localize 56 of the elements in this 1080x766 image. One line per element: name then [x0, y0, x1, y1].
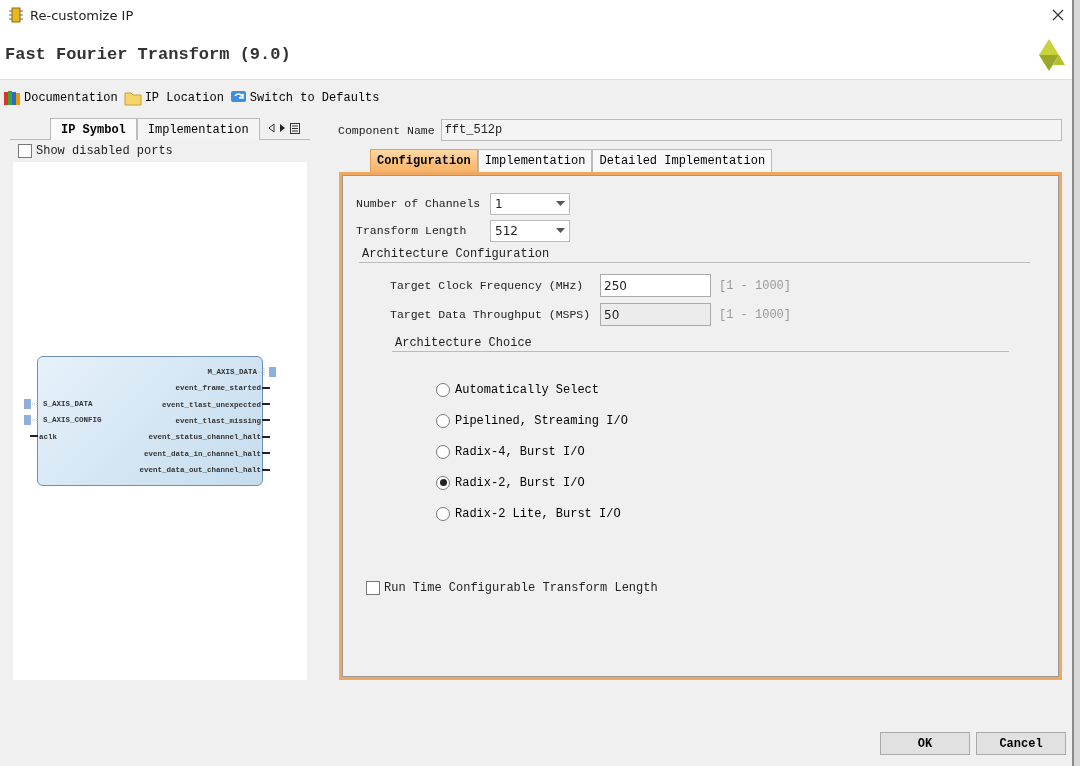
dropdown-caret-icon — [556, 201, 565, 206]
radio-button[interactable] — [436, 506, 450, 521]
ip-title: Fast Fourier Transform (9.0) — [5, 45, 291, 64]
radio-button[interactable] — [436, 382, 450, 397]
port-line-icon — [262, 435, 270, 439]
radio-option[interactable]: Radix-4, Burst I/O — [436, 436, 1009, 467]
dropdown-caret-icon — [556, 228, 565, 233]
toolbar-button[interactable]: Switch to Defaults — [229, 90, 380, 106]
bus-port-icon — [258, 366, 276, 377]
checkbox-label: Run Time Configurable Transform Length — [384, 581, 658, 595]
dialog-button[interactable]: OK — [880, 732, 970, 755]
panel-tab[interactable]: IP Symbol — [50, 118, 137, 140]
left-arrow-icon[interactable] — [267, 123, 275, 133]
dropdown[interactable]: 1 — [490, 192, 570, 215]
port-line-icon — [262, 403, 270, 407]
config-tab[interactable]: Implementation — [477, 149, 593, 172]
range-hint: [1 - 1000] — [719, 307, 791, 322]
close-icon[interactable] — [1052, 9, 1064, 21]
checkbox[interactable] — [18, 144, 32, 158]
radio-button[interactable] — [436, 444, 450, 459]
text-field[interactable]: 250 — [600, 274, 711, 297]
toolbar-button[interactable]: IP Location — [123, 90, 224, 106]
radio-option[interactable]: Radix-2, Burst I/O — [436, 467, 1009, 498]
config-tab[interactable]: Detailed Implementation — [592, 149, 773, 172]
section-title: Architecture Choice — [392, 336, 1009, 352]
field-label: Number of Channels — [356, 197, 482, 210]
field-label: Transform Length — [356, 224, 468, 237]
radio-button[interactable] — [436, 413, 450, 428]
right-arrow-icon[interactable] — [278, 123, 286, 133]
port-line-icon — [262, 386, 270, 390]
checkbox[interactable] — [366, 581, 380, 595]
list-icon[interactable] — [289, 122, 300, 134]
component-name-field[interactable]: fft_512p — [440, 119, 1062, 141]
toolbar-button[interactable]: Documentation — [3, 89, 118, 107]
radio-button[interactable] — [436, 475, 450, 490]
range-hint: [1 - 1000] — [719, 278, 791, 293]
section-title: Architecture Configuration — [359, 247, 1030, 263]
books-icon — [3, 89, 21, 107]
port-line-icon — [262, 452, 270, 456]
radio-option[interactable]: Pipelined, Streaming I/O — [436, 405, 1009, 436]
chip-icon — [8, 7, 24, 23]
port-line-icon — [262, 419, 270, 423]
port-line-icon — [262, 468, 270, 472]
radio-option[interactable]: Radix-2 Lite, Burst I/O — [436, 498, 1009, 529]
field-label: Target Data Throughput (MSPS) — [390, 308, 592, 321]
port-line-icon — [30, 435, 38, 439]
radio-option[interactable]: Automatically Select — [436, 374, 1009, 405]
folder-icon — [123, 90, 142, 106]
config-tab[interactable]: Configuration — [370, 149, 478, 172]
checkbox-label: Show disabled ports — [36, 144, 173, 158]
dialog-button[interactable]: Cancel — [976, 732, 1066, 755]
panel-tab[interactable]: Implementation — [136, 118, 260, 140]
window-title: Re-customize IP — [30, 7, 134, 23]
dropdown[interactable]: 512 — [490, 219, 570, 242]
field-label: Component Name — [338, 123, 435, 137]
field-label: Target Clock Frequency (MHz) — [390, 279, 585, 292]
